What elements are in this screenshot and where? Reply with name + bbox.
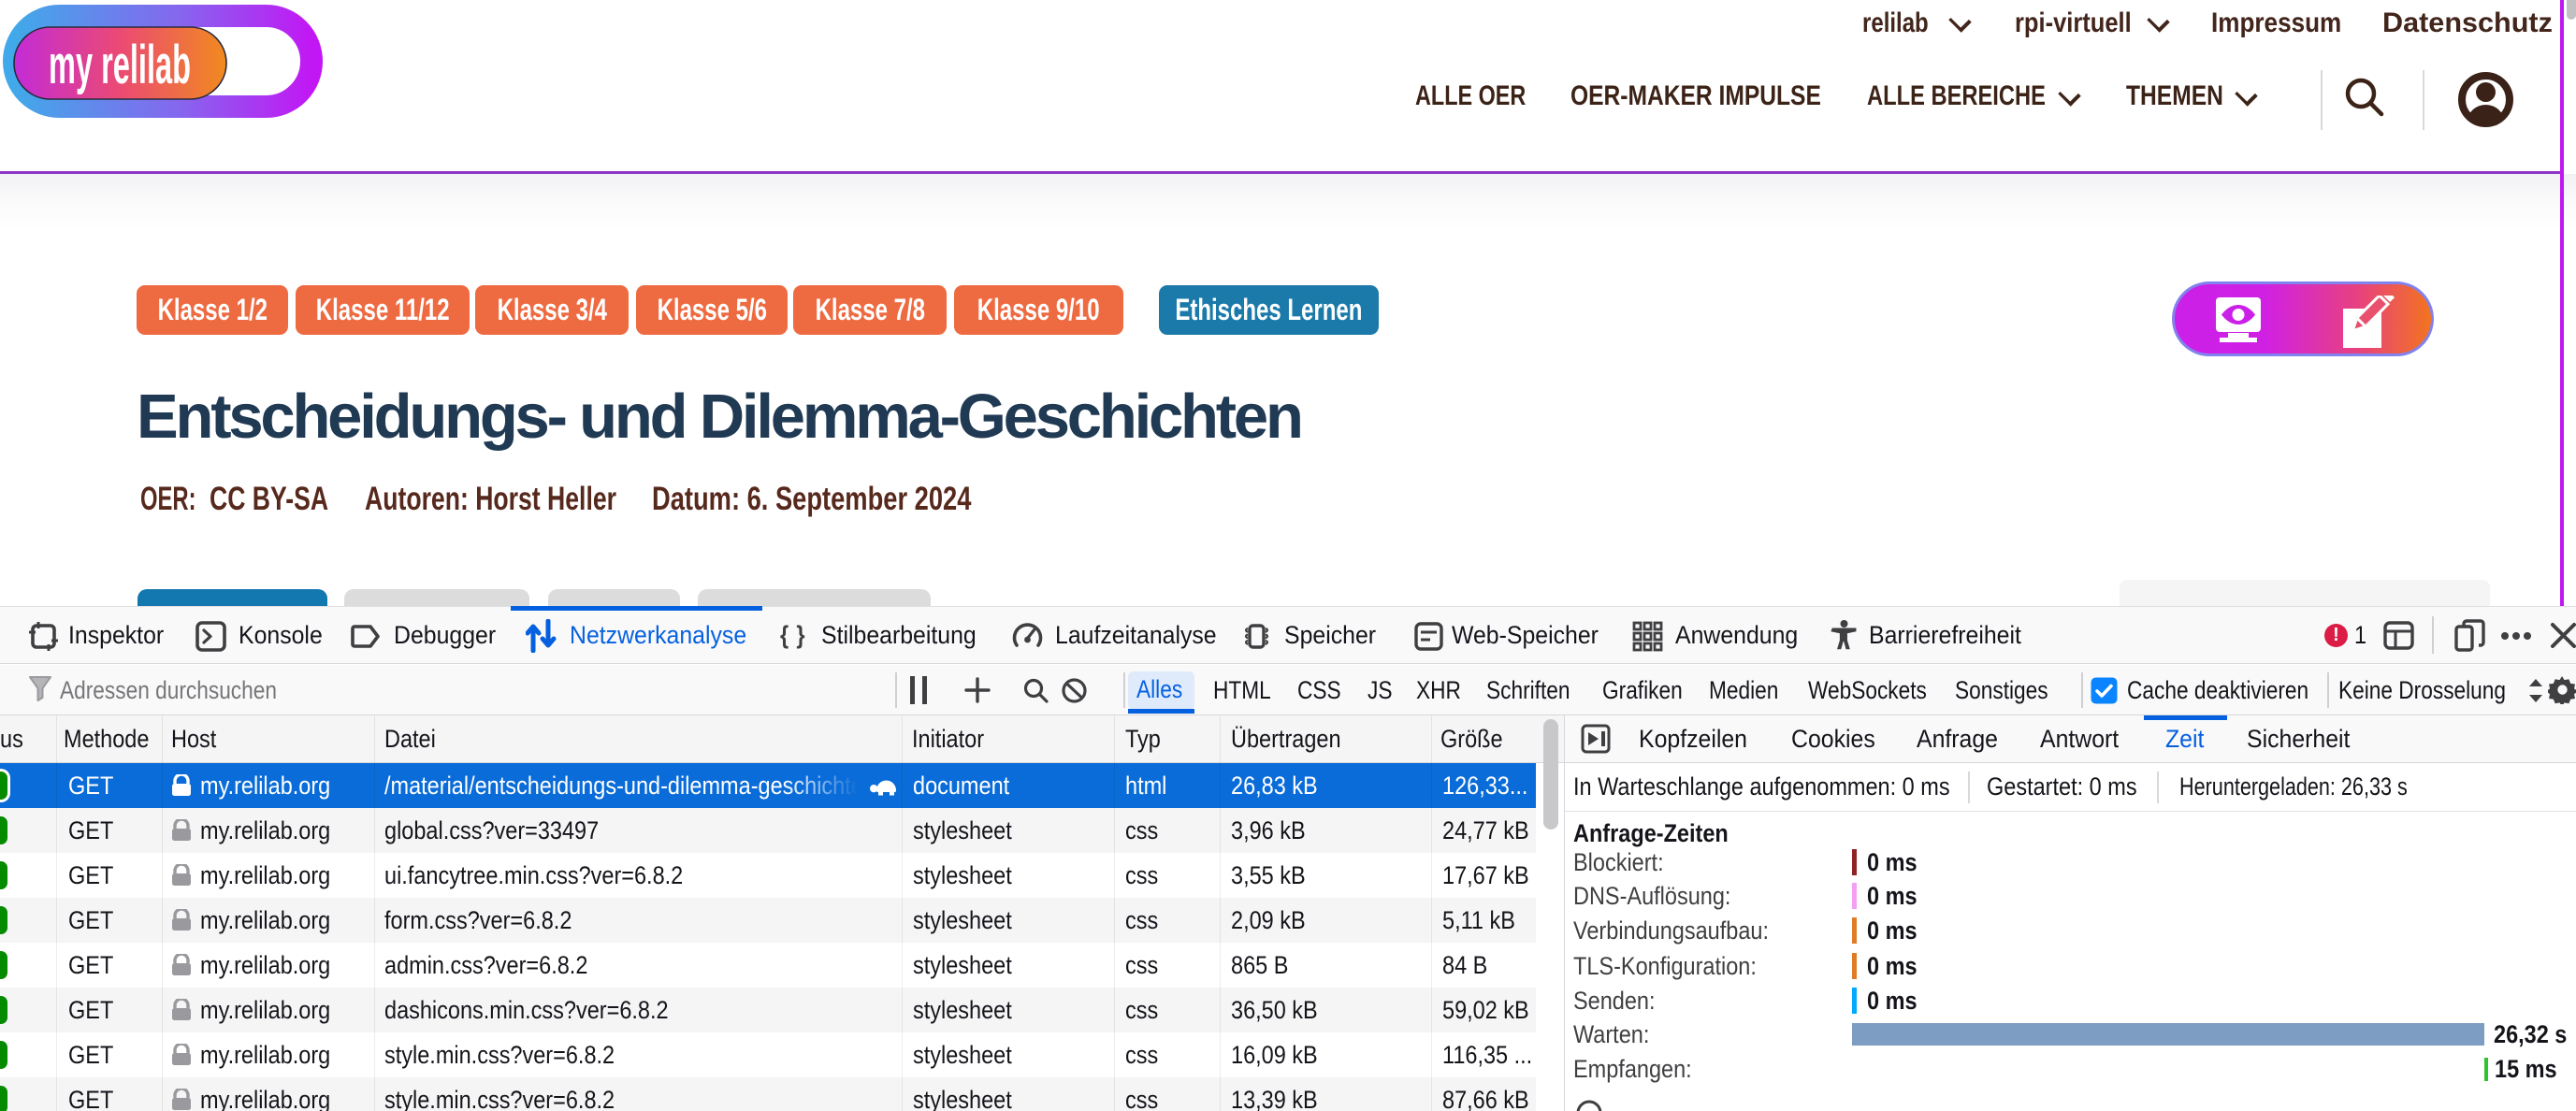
svg-text:my relilab: my relilab (49, 35, 191, 95)
